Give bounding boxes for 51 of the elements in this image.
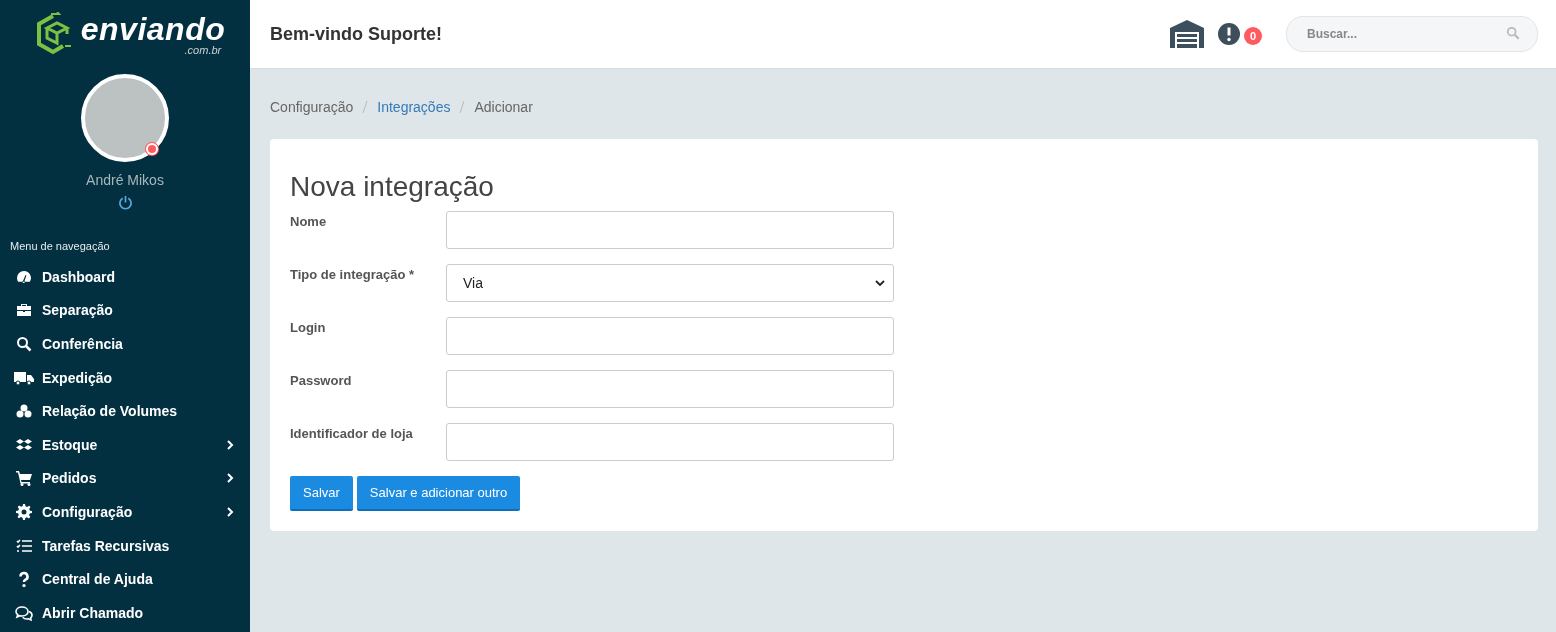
breadcrumb-item: Configuração <box>270 99 354 115</box>
power-icon[interactable] <box>117 195 133 210</box>
sidebar-item[interactable]: Central de Ajuda <box>0 562 250 596</box>
field-label: Tipo de integração * <box>290 266 415 282</box>
sidebar-item[interactable]: Tarefas Recursivas <box>0 528 250 563</box>
sidebar-item-icon <box>14 403 34 420</box>
menu-heading: Menu de navegação <box>10 240 111 252</box>
logo-domain: .com.br <box>184 43 222 56</box>
save-button[interactable]: Salvar e adicionar outro <box>356 476 521 511</box>
sidebar-item-icon <box>14 302 34 319</box>
sidebar-item-icon <box>14 268 34 285</box>
sidebar-item[interactable]: Configuração <box>0 495 250 529</box>
sidebar-item-icon <box>14 436 34 453</box>
welcome-title: Bem-vindo Suporte! <box>270 23 443 45</box>
input-field[interactable] <box>446 423 894 461</box>
sidebar-item[interactable]: Expedição <box>0 360 250 395</box>
sidebar-item[interactable]: Relação de Volumes <box>0 394 250 428</box>
select-field[interactable]: Via <box>446 264 894 302</box>
sidebar-item[interactable]: Abrir Chamado <box>0 595 250 630</box>
sidebar-item-icon <box>14 503 34 520</box>
sidebar-item[interactable]: Conferência <box>0 327 250 361</box>
sidebar-item-icon <box>14 470 34 487</box>
field-label: Login <box>290 319 327 335</box>
sidebar-item-icon <box>14 336 34 352</box>
caret-icon <box>875 279 885 287</box>
notification-badge: 0 <box>1244 27 1262 45</box>
sidebar-item[interactable]: Pedidos <box>0 461 250 496</box>
input-field[interactable] <box>446 317 894 355</box>
sidebar-item[interactable]: Estoque <box>0 427 250 462</box>
alert-icon[interactable] <box>1218 23 1240 45</box>
breadcrumb-separator-icon <box>459 101 466 113</box>
user-name: André Mikos <box>86 172 164 188</box>
breadcrumb-link[interactable]: Integrações <box>377 99 451 115</box>
form-title: Nova integração <box>290 171 495 203</box>
sidebar-item-icon <box>14 369 34 386</box>
field-label: Password <box>290 372 353 388</box>
field-label: Identificador de loja <box>290 425 414 441</box>
sidebar-item[interactable]: Dashboard <box>0 260 250 294</box>
input-field[interactable] <box>446 370 894 408</box>
search-field[interactable]: Buscar... <box>1286 16 1538 52</box>
sidebar-item-icon <box>14 537 34 554</box>
field-label: Nome <box>290 213 328 229</box>
save-button[interactable]: Salvar <box>290 476 353 511</box>
search-icon <box>1506 26 1520 40</box>
sidebar-item-icon <box>14 604 34 621</box>
logo-text: enviando <box>80 12 226 45</box>
sidebar-item[interactable]: Separação <box>0 293 250 328</box>
breadcrumb-separator-icon <box>362 101 369 113</box>
warehouse-icon[interactable] <box>1170 20 1204 48</box>
input-field[interactable] <box>446 211 894 249</box>
breadcrumb-item: Adicionar <box>474 99 533 115</box>
